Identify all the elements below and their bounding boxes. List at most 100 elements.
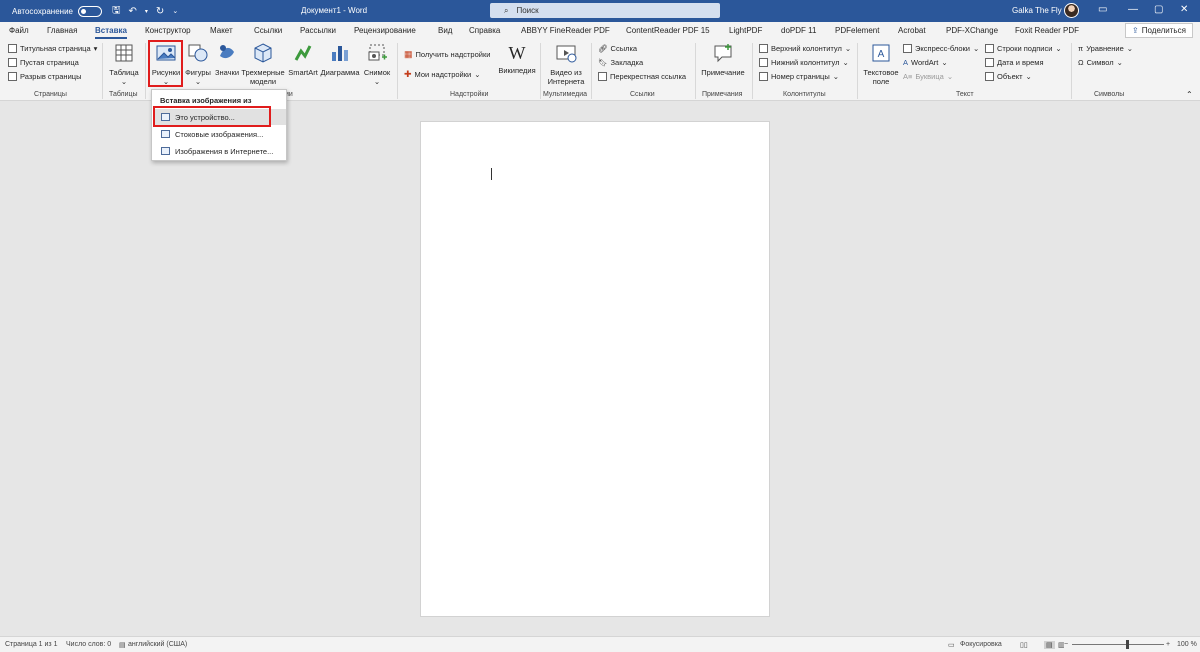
tab-abbyy[interactable]: ABBYY FineReader PDF bbox=[521, 26, 610, 35]
group-label-tables: Таблицы bbox=[109, 91, 138, 98]
icons-button[interactable]: Значки bbox=[213, 42, 241, 77]
screenshot-button[interactable]: Снимок ⌄ bbox=[361, 42, 393, 86]
link-button[interactable]: 🔗︎ Ссылка bbox=[598, 44, 637, 53]
tab-home[interactable]: Главная bbox=[47, 26, 77, 35]
autosave[interactable]: Автосохранение bbox=[12, 5, 102, 17]
divider bbox=[752, 43, 753, 99]
tab-help[interactable]: Справка bbox=[469, 26, 500, 35]
get-addins-button[interactable]: ▦ Получить надстройки bbox=[404, 49, 490, 60]
smartart-button[interactable]: SmartArt bbox=[287, 42, 319, 77]
dropcap-button[interactable]: A≡ Буквица ⌄ bbox=[903, 72, 953, 81]
zoom-slider-knob[interactable] bbox=[1126, 640, 1129, 649]
cover-page-button[interactable]: Титульная страница ▾ bbox=[8, 44, 97, 53]
group-label-addins: Надстройки bbox=[450, 91, 489, 98]
cube-icon bbox=[254, 43, 272, 63]
focus-icon[interactable]: ▭ bbox=[948, 641, 955, 649]
3d-models-button[interactable]: Трехмерные модели bbox=[241, 42, 285, 86]
status-page[interactable]: Страница 1 из 1 bbox=[5, 641, 57, 648]
table-button[interactable]: Таблица ⌄ bbox=[108, 42, 140, 86]
redo-icon[interactable]: ↻ bbox=[156, 6, 164, 17]
zoom-slider[interactable] bbox=[1072, 644, 1164, 645]
tab-dopdf[interactable]: doPDF 11 bbox=[781, 26, 816, 35]
print-layout-icon[interactable]: ▤ bbox=[1044, 641, 1055, 649]
header-button[interactable]: Верхний колонтитул ⌄ bbox=[759, 44, 851, 53]
footer-button[interactable]: Нижний колонтитул ⌄ bbox=[759, 58, 849, 67]
minimize-icon[interactable]: — bbox=[1128, 4, 1138, 15]
save-icon[interactable]: 🖫 bbox=[112, 3, 121, 20]
equation-button[interactable]: π Уравнение ⌄ bbox=[1078, 44, 1133, 53]
stock-images-icon bbox=[161, 130, 170, 138]
tab-pdfxchange[interactable]: PDF-XChange bbox=[946, 26, 998, 35]
ribbon-display-icon[interactable]: ▭ bbox=[1098, 4, 1107, 15]
bookmark-button[interactable]: 🔖︎ Закладка bbox=[598, 58, 643, 67]
object-icon bbox=[985, 72, 994, 81]
tab-review[interactable]: Рецензирование bbox=[354, 26, 416, 35]
quick-parts-button[interactable]: Экспресс-блоки ⌄ bbox=[903, 44, 979, 53]
group-label-links: Ссылки bbox=[630, 91, 655, 98]
cover-page-icon bbox=[8, 44, 17, 53]
document-area[interactable] bbox=[0, 101, 1200, 636]
avatar[interactable] bbox=[1064, 3, 1079, 18]
search-icon: ⌕ bbox=[504, 5, 509, 15]
my-addins-button[interactable]: ✚ Мои надстройки ⌄ bbox=[404, 69, 481, 80]
proofing-icon[interactable]: ▤ bbox=[119, 641, 126, 649]
tab-acrobat[interactable]: Acrobat bbox=[898, 26, 926, 35]
object-button[interactable]: Объект ⌄ bbox=[985, 72, 1032, 81]
wikipedia-button[interactable]: W Википедия bbox=[498, 42, 536, 75]
omega-icon: Ω bbox=[1078, 58, 1084, 67]
tab-pdfelement[interactable]: PDFelement bbox=[835, 26, 879, 35]
collapse-ribbon-icon[interactable]: ⌃ bbox=[1186, 90, 1193, 99]
tab-mailings[interactable]: Рассылки bbox=[300, 26, 336, 35]
textbox-button[interactable]: A Текстовое поле bbox=[861, 42, 901, 86]
cross-reference-button[interactable]: Перекрестная ссылка bbox=[598, 72, 686, 81]
tab-contentreader[interactable]: ContentReader PDF 15 bbox=[626, 26, 710, 35]
ribbon-tabs: Файл Главная Вставка Конструктор Макет С… bbox=[0, 22, 1200, 40]
tab-lightpdf[interactable]: LightPDF bbox=[729, 26, 762, 35]
page-break-button[interactable]: Разрыв страницы bbox=[8, 72, 81, 81]
read-mode-icon[interactable]: ▯▯ bbox=[1020, 641, 1028, 649]
undo-dropdown-icon[interactable]: ▾ bbox=[145, 8, 148, 15]
tab-view[interactable]: Вид bbox=[438, 26, 452, 35]
shapes-icon bbox=[188, 44, 208, 62]
tab-foxit[interactable]: Foxit Reader PDF bbox=[1015, 26, 1079, 35]
search-box[interactable]: ⌕ Поиск bbox=[490, 3, 720, 18]
date-time-button[interactable]: Дата и время bbox=[985, 58, 1044, 67]
chart-button[interactable]: Диаграмма bbox=[320, 42, 360, 77]
symbol-button[interactable]: Ω Символ ⌄ bbox=[1078, 58, 1123, 67]
online-video-icon bbox=[556, 45, 577, 63]
blank-page-button[interactable]: Пустая страница bbox=[8, 58, 79, 67]
tab-layout[interactable]: Макет bbox=[210, 26, 233, 35]
pi-icon: π bbox=[1078, 44, 1084, 53]
menu-item-online-pictures[interactable]: Изображения в Интернете... bbox=[153, 143, 286, 159]
status-zoom[interactable]: 100 % bbox=[1177, 641, 1197, 648]
online-video-button[interactable]: Видео из Интернета bbox=[546, 42, 586, 86]
divider bbox=[695, 43, 696, 99]
autosave-toggle[interactable] bbox=[77, 5, 102, 17]
status-words[interactable]: Число слов: 0 bbox=[66, 641, 111, 648]
comment-button[interactable]: Примечание bbox=[699, 42, 747, 77]
close-icon[interactable]: ✕ bbox=[1180, 4, 1188, 15]
user-name[interactable]: Galka The Fly bbox=[1012, 6, 1062, 15]
undo-icon[interactable]: ↶ bbox=[129, 6, 137, 17]
header-icon bbox=[759, 44, 768, 53]
wordart-button[interactable]: A WordArt ⌄ bbox=[903, 58, 948, 67]
tab-references[interactable]: Ссылки bbox=[254, 26, 282, 35]
signature-line-button[interactable]: Строки подписи ⌄ bbox=[985, 44, 1062, 53]
customize-qat-icon[interactable]: ⌄ bbox=[172, 7, 178, 15]
share-button[interactable]: ⇪ Поделиться bbox=[1125, 23, 1193, 38]
shapes-button[interactable]: Фигуры ⌄ bbox=[183, 42, 213, 86]
divider bbox=[397, 43, 398, 99]
tab-design[interactable]: Конструктор bbox=[145, 26, 191, 35]
zoom-out-icon[interactable]: − bbox=[1064, 641, 1068, 648]
maximize-icon[interactable]: ▢ bbox=[1154, 4, 1163, 15]
document-page[interactable] bbox=[420, 121, 770, 617]
calendar-icon bbox=[985, 58, 994, 67]
zoom-in-icon[interactable]: + bbox=[1166, 641, 1170, 648]
tab-insert[interactable]: Вставка bbox=[95, 26, 127, 39]
status-language[interactable]: английский (США) bbox=[128, 641, 187, 648]
share-label: Поделиться bbox=[1141, 26, 1186, 35]
status-focus[interactable]: Фокусировка bbox=[960, 641, 1002, 648]
tab-file[interactable]: Файл bbox=[9, 26, 29, 35]
menu-item-stock-images[interactable]: Стоковые изображения... bbox=[153, 126, 286, 142]
page-number-button[interactable]: Номер страницы ⌄ bbox=[759, 72, 839, 81]
